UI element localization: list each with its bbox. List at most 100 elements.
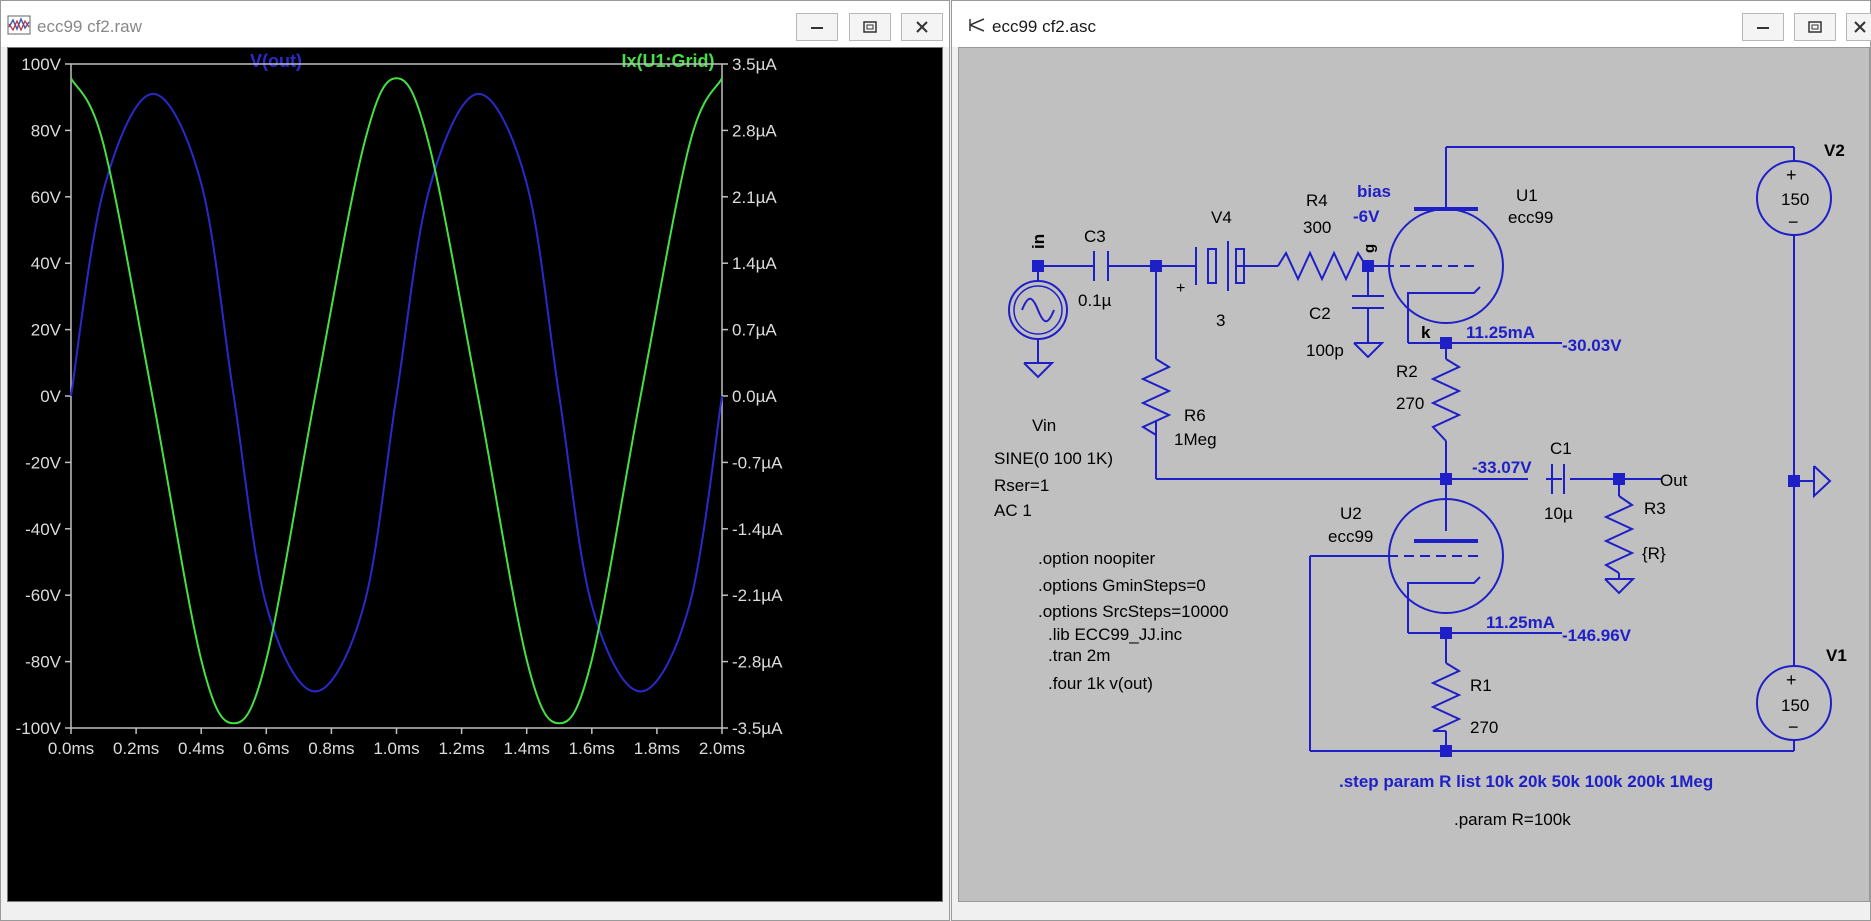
y-left-tick-label: -100V	[16, 719, 62, 738]
resistor-r1[interactable]	[1430, 662, 1462, 732]
u1-model: ecc99	[1508, 208, 1553, 227]
directive-line: .option noopiter	[1038, 549, 1156, 568]
c1-value: 10µ	[1544, 504, 1573, 523]
waveform-window: ecc99 cf2.raw V(out) Ix(U1:Grid) 100V 80V…	[0, 0, 950, 921]
y-right-tick-label: 0.7µA	[732, 321, 777, 340]
u1-cathode-current: 11.25mA	[1466, 323, 1535, 342]
step-directive[interactable]: .step param R list 10k 20k 50k 100k 200k…	[1339, 772, 1713, 791]
u1-name: U1	[1516, 186, 1538, 205]
x-tick-label: 0.2ms	[113, 739, 159, 758]
schematic-window: ecc99 cf2.asc in Vin SINE(0 100 1K) Rser…	[951, 0, 1871, 921]
c3-name: C3	[1084, 227, 1106, 246]
param-directive[interactable]: .param R=100k	[1454, 810, 1571, 829]
y-left-tick-label: 100V	[21, 55, 61, 74]
c2-value: 100p	[1306, 341, 1344, 360]
y-right-tick-label: -1.4µA	[732, 520, 783, 539]
minimize-button[interactable]	[796, 13, 838, 41]
r6-value: 1Meg	[1174, 430, 1217, 449]
close-icon	[916, 21, 928, 33]
y-right-tick-label: -2.1µA	[732, 586, 783, 605]
v2-value: 150	[1781, 190, 1809, 209]
schematic-minimize-button[interactable]	[1742, 13, 1784, 41]
schematic-window-title: ecc99 cf2.asc	[992, 17, 1096, 36]
x-tick-label: 0.6ms	[243, 739, 289, 758]
y-left-tick-label: -20V	[25, 453, 62, 472]
v2-plus: +	[1786, 165, 1797, 185]
directive-line: .tran 2m	[1048, 646, 1110, 665]
r1-name: R1	[1470, 676, 1492, 695]
maximize-icon	[863, 21, 877, 33]
directive-line: .four 1k v(out)	[1048, 674, 1153, 693]
x-tick-label: 0.8ms	[308, 739, 354, 758]
x-tick-label: 1.2ms	[438, 739, 484, 758]
close-button[interactable]	[901, 13, 943, 41]
series-line-vout[interactable]	[70, 92, 723, 693]
tube-u1[interactable]	[1384, 207, 1504, 324]
vin-source[interactable]	[1008, 280, 1068, 379]
spice-directives[interactable]: .option noopiter .options GminSteps=0 .o…	[1038, 549, 1228, 693]
y-right-tick-label: 0.0µA	[732, 387, 777, 406]
waveform-chart[interactable]: V(out) Ix(U1:Grid) 100V 80V 60V 40V 20V 0V -20…	[8, 48, 944, 903]
v2-name: V2	[1824, 141, 1845, 160]
v1-minus: −	[1788, 717, 1799, 737]
x-tick-label: 1.4ms	[504, 739, 550, 758]
capacitor-c3[interactable]	[1093, 251, 1109, 281]
x-tick-label: 1.8ms	[634, 739, 680, 758]
vin-sine: SINE(0 100 1K)	[994, 449, 1113, 468]
r6-name: R6	[1184, 406, 1206, 425]
g-node-label: g	[1361, 244, 1378, 253]
u1-cathode-voltage: -30.03V	[1562, 336, 1622, 355]
waveform-window-title: ecc99 cf2.raw	[37, 17, 142, 36]
schematic-close-button[interactable]	[1846, 13, 1871, 41]
v2-minus: −	[1788, 212, 1799, 232]
v1-plus: +	[1786, 670, 1797, 690]
capacitor-c2[interactable]	[1352, 295, 1385, 359]
c1-name: C1	[1550, 439, 1572, 458]
waveform-plot-area[interactable]: V(out) Ix(U1:Grid) 100V 80V 60V 40V 20V 0V -20…	[7, 47, 943, 902]
y-left-tick-label: 60V	[31, 188, 62, 207]
maximize-button[interactable]	[849, 13, 891, 41]
u2-name: U2	[1340, 504, 1362, 523]
vin-rser: Rser=1	[994, 476, 1049, 495]
schematic-canvas[interactable]: in Vin SINE(0 100 1K) Rser=1 AC 1 C3 0.1…	[958, 47, 1870, 902]
directive-line: .options SrcSteps=10000	[1038, 602, 1228, 621]
r4-name: R4	[1306, 191, 1328, 210]
resistor-r2[interactable]	[1430, 358, 1462, 442]
schematic-maximize-button[interactable]	[1794, 13, 1836, 41]
mid-node-voltage: -33.07V	[1472, 458, 1532, 477]
u2-cathode-voltage: -146.96V	[1562, 626, 1632, 645]
y-right-tick-label: 2.8µA	[732, 121, 777, 140]
v1-value: 150	[1781, 696, 1809, 715]
v4-value: 3	[1216, 311, 1225, 330]
x-tick-label: 0.0ms	[48, 739, 94, 758]
k-node-label: k	[1421, 323, 1431, 342]
r3-name: R3	[1644, 499, 1666, 518]
bias-voltage: -6V	[1353, 207, 1380, 226]
resistor-r3[interactable]	[1603, 495, 1636, 595]
resistor-r4[interactable]	[1277, 250, 1367, 282]
wires[interactable]	[1037, 146, 1814, 752]
r3-value: {R}	[1642, 544, 1666, 563]
v4-plus: +	[1176, 280, 1185, 297]
y-right-tick-label: 2.1µA	[732, 188, 777, 207]
waveform-titlebar[interactable]: ecc99 cf2.raw	[1, 1, 949, 47]
y-right-tick-label: 1.4µA	[732, 254, 777, 273]
x-tick-label: 2.0ms	[699, 739, 745, 758]
r2-value: 270	[1396, 394, 1424, 413]
y-left-tick-label: 20V	[31, 321, 62, 340]
schematic-drawing[interactable]: in Vin SINE(0 100 1K) Rser=1 AC 1 C3 0.1…	[959, 48, 1871, 903]
y-right-tick-label: -3.5µA	[732, 719, 783, 738]
y-right-tick-label: -0.7µA	[732, 453, 783, 472]
r4-value: 300	[1303, 218, 1331, 237]
schematic-titlebar[interactable]: ecc99 cf2.asc	[952, 1, 1871, 47]
legend-grid-current[interactable]: Ix(U1:Grid)	[621, 51, 714, 71]
directive-line: .lib ECC99_JJ.inc	[1048, 625, 1183, 644]
x-tick-label: 1.6ms	[569, 739, 615, 758]
r1-value: 270	[1470, 718, 1498, 737]
legend-vout[interactable]: V(out)	[250, 51, 302, 71]
c3-value: 0.1µ	[1078, 291, 1112, 310]
close-icon	[1853, 21, 1866, 33]
vin-name: Vin	[1032, 416, 1056, 435]
y-right-tick-label: 3.5µA	[732, 55, 777, 74]
waveform-app-icon	[7, 15, 31, 35]
